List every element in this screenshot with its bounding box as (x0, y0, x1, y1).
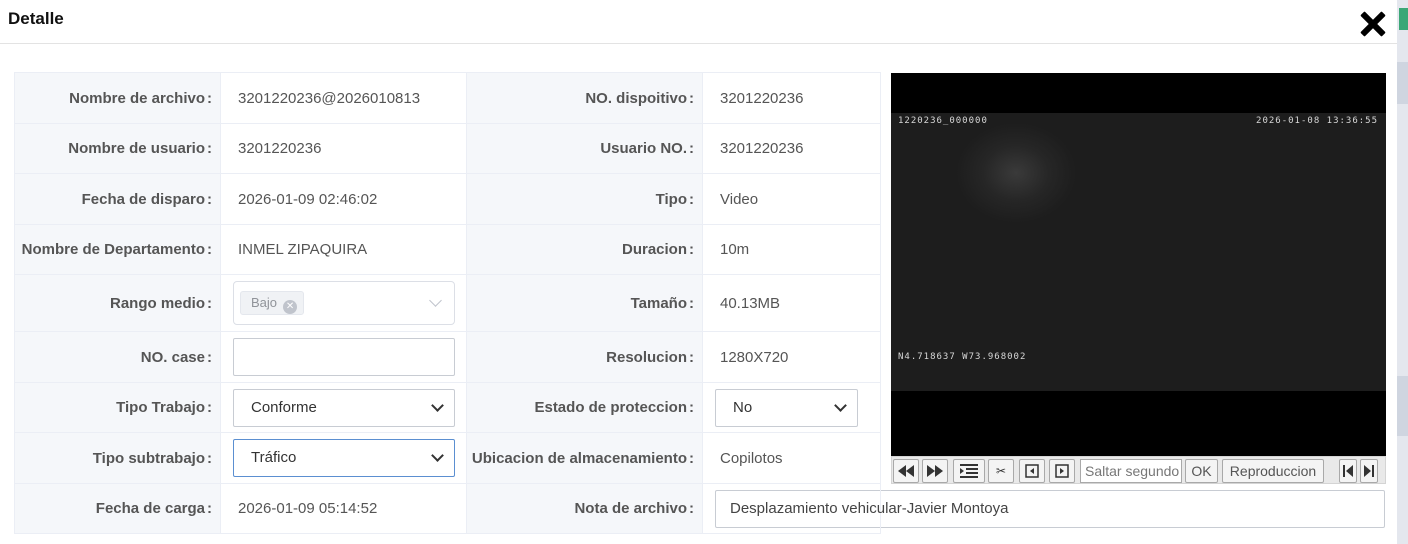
file-name-label: Nombre de archivo (69, 89, 205, 107)
video-frame: 1220236_000000 2026-01-08 13:36:55 N4.71… (891, 113, 1386, 391)
chevron-down-icon (429, 294, 442, 307)
range-tag-label: Bajo (251, 295, 278, 310)
background-page-edge (1397, 0, 1408, 544)
background-tab (1399, 8, 1408, 30)
type-label: Tipo (655, 190, 687, 208)
user-no-label: Usuario NO. (600, 140, 687, 157)
prev-frame-icon[interactable] (1019, 459, 1045, 483)
protection-label: Estado de proteccion (534, 399, 687, 416)
dialog-title: Detalle (8, 9, 64, 28)
work-type-value: Conforme (251, 398, 317, 416)
protection-value: No (733, 398, 753, 416)
storage-value: Copilotos (720, 449, 783, 467)
user-name-value: 3201220236 (238, 140, 322, 157)
subwork-type-select[interactable]: Tráfico (233, 439, 455, 477)
department-label: Nombre de Departamento (21, 241, 205, 258)
trigger-date-label: Fecha de disparo (81, 190, 205, 208)
duration-value: 10m (720, 241, 750, 258)
trigger-date-value: 2026-01-09 02:46:02 (238, 190, 378, 208)
upload-date-value: 2026-01-09 05:14:52 (238, 500, 378, 517)
osd-channel: 1220236_000000 (898, 116, 988, 126)
skip-start-icon[interactable] (1339, 459, 1357, 483)
chevron-down-icon (431, 449, 444, 462)
form-row: Nombre de Departamento: INMEL ZIPAQUIRA … (14, 224, 881, 275)
duration-label: Duracion (621, 241, 687, 258)
upload-date-label: Fecha de carga (95, 500, 205, 517)
detail-dialog: Detalle Nombre de archivo: 3201220236@20… (0, 0, 1397, 544)
osd-datetime: 2026-01-08 13:36:55 (1256, 116, 1378, 126)
fast-forward-icon[interactable] (922, 459, 948, 483)
list-icon[interactable] (953, 459, 985, 483)
form-row: Tipo subtrabajo: Tráfico Ubicacion de al… (14, 432, 881, 484)
range-select[interactable]: Bajo ✕ (233, 281, 455, 325)
resolution-label: Resolucion (606, 348, 687, 366)
close-icon[interactable] (1356, 8, 1390, 40)
range-label: Rango medio (109, 294, 205, 312)
department-value: INMEL ZIPAQUIRA (238, 241, 368, 258)
rewind-icon[interactable] (893, 459, 919, 483)
range-tag: Bajo ✕ (240, 291, 305, 315)
user-name-label: Nombre de usuario (68, 140, 205, 157)
type-value: Video (720, 190, 759, 208)
form-row: Fecha de disparo: 2026-01-09 02:46:02 Ti… (14, 173, 881, 225)
case-no-input[interactable] (233, 338, 455, 376)
dialog-header: Detalle (0, 0, 1397, 44)
form-row: Nombre de usuario: 3201220236 Usuario NO… (14, 123, 881, 174)
user-no-value: 3201220236 (720, 140, 804, 157)
form-row: Rango medio: Bajo ✕ Tamaño: 40.13MB (14, 274, 881, 332)
video-player[interactable]: 1220236_000000 2026-01-08 13:36:55 N4.71… (891, 73, 1386, 456)
size-value: 40.13MB (720, 294, 781, 312)
work-type-select[interactable]: Conforme (233, 388, 455, 427)
subwork-type-label: Tipo subtrabajo (92, 449, 205, 467)
protection-select[interactable]: No (715, 388, 858, 427)
subwork-type-value: Tráfico (251, 449, 297, 466)
osd-gps: N4.718637 W73.968002 (898, 352, 1027, 362)
work-type-label: Tipo Trabajo (116, 399, 205, 416)
device-no-label: NO. dispoitivo (585, 89, 687, 107)
size-label: Tamaño (630, 294, 687, 312)
scissors-icon[interactable]: ✂ (988, 459, 1014, 483)
next-frame-icon[interactable] (1049, 459, 1075, 483)
file-name-value: 3201220236@2026010813 (238, 89, 421, 107)
resolution-value: 1280X720 (720, 348, 789, 366)
playback-button[interactable]: Reproduccion (1222, 459, 1324, 483)
form-row: Nombre de archivo: 3201220236@2026010813… (14, 72, 881, 124)
chevron-down-icon (431, 398, 444, 412)
chevron-down-icon (834, 398, 847, 412)
device-no-value: 3201220236 (720, 89, 804, 107)
player-controls: ✂ Saltar segundo OK Reproduccion (891, 456, 1386, 484)
form-row: Tipo Trabajo: Conforme Estado de protecc… (14, 382, 881, 433)
case-no-label: NO. case (140, 348, 205, 366)
detail-form: Nombre de archivo: 3201220236@2026010813… (14, 72, 1385, 534)
form-row: Fecha de carga: 2026-01-09 05:14:52 Nota… (14, 483, 1385, 534)
skip-end-icon[interactable] (1360, 459, 1378, 483)
storage-label: Ubicacion de almacenamiento (471, 449, 687, 467)
tag-remove-icon[interactable]: ✕ (283, 300, 298, 314)
ok-button[interactable]: OK (1185, 459, 1218, 483)
form-row: NO. case: Resolucion: 1280X720 (14, 331, 881, 383)
seek-seconds-input[interactable]: Saltar segundo (1080, 459, 1182, 483)
file-note-input[interactable]: Desplazamiento vehicular-Javier Montoya (715, 489, 1385, 528)
file-note-label: Nota de archivo (574, 500, 687, 517)
